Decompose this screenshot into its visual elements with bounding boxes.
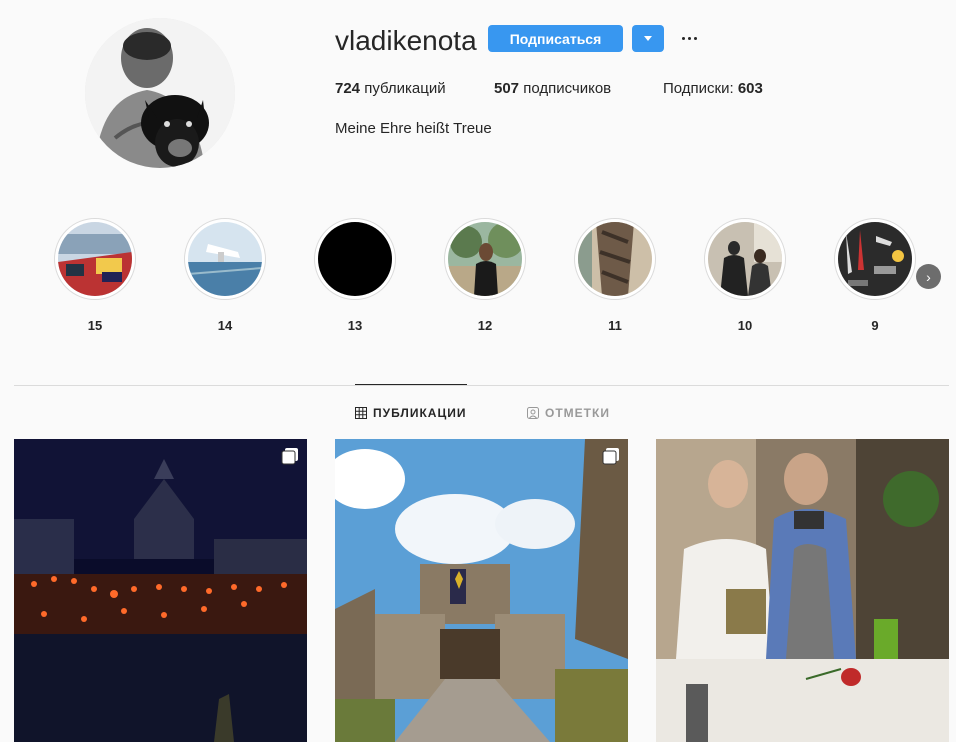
story-highlight[interactable]: 14 (183, 218, 267, 333)
posts-count: 724 (335, 80, 361, 97)
highlight-label: 15 (87, 318, 103, 333)
highlight-cover (314, 218, 396, 300)
highlight-image (708, 222, 782, 296)
story-highlight[interactable]: 15 (53, 218, 137, 333)
tagged-user-icon (527, 407, 539, 419)
highlight-cover (574, 218, 656, 300)
story-highlight[interactable]: 12 (443, 218, 527, 333)
post-thumbnail[interactable] (656, 439, 949, 742)
following-label: Подписки: (663, 80, 738, 97)
post-image (656, 439, 949, 742)
profile-bio: Meine Ehre heißt Treue (335, 120, 492, 137)
tab-tagged-label: ОТМЕТКИ (545, 406, 610, 420)
multiple-photos-icon (281, 448, 298, 465)
highlight-image (58, 222, 132, 296)
post-thumbnail[interactable] (335, 439, 628, 742)
story-highlight[interactable]: 11 (573, 218, 657, 333)
followers-label: подписчиков (519, 80, 612, 97)
multiple-photos-icon (602, 448, 619, 465)
highlight-image (188, 222, 262, 296)
profile-avatar[interactable] (85, 18, 235, 168)
highlight-image (448, 222, 522, 296)
highlight-cover (54, 218, 136, 300)
highlight-cover (184, 218, 266, 300)
post-image (14, 439, 307, 742)
highlight-label: 11 (608, 318, 622, 333)
active-tab-indicator (355, 384, 467, 385)
highlight-label: 14 (217, 318, 233, 333)
highlight-image (838, 222, 912, 296)
story-highlight[interactable]: 10 (703, 218, 787, 333)
highlight-label: 10 (737, 318, 753, 333)
highlight-cover (704, 218, 786, 300)
chevron-down-icon (644, 36, 652, 41)
highlight-image (318, 222, 392, 296)
chevron-right-icon[interactable]: › (916, 264, 941, 289)
posts-count-label: публикаций (360, 80, 446, 97)
follow-button[interactable]: Подписаться (488, 25, 623, 52)
following-stat[interactable]: Подписки: 603 (663, 80, 763, 98)
profile-username: vladikenota (335, 25, 477, 56)
followers-count: 507 (494, 80, 520, 97)
highlight-label: 9 (871, 318, 879, 333)
post-thumbnail[interactable] (14, 439, 307, 742)
tab-posts-label: ПУБЛИКАЦИИ (373, 406, 467, 420)
highlight-label: 13 (347, 318, 363, 333)
story-highlight[interactable]: 9 (833, 218, 917, 333)
followers-stat[interactable]: 507 подписчиков (494, 80, 611, 98)
highlight-image (578, 222, 652, 296)
tab-posts[interactable]: ПУБЛИКАЦИИ (355, 406, 466, 420)
following-count: 603 (737, 80, 763, 97)
posts-count-stat: 724 публикаций (335, 80, 446, 98)
post-image (335, 439, 628, 742)
highlight-label: 12 (477, 318, 493, 333)
suggestions-dropdown-button[interactable] (632, 25, 664, 52)
grid-icon (355, 407, 367, 419)
tab-tagged[interactable]: ОТМЕТКИ (527, 406, 610, 420)
highlight-cover (444, 218, 526, 300)
story-highlight[interactable]: 13 (313, 218, 397, 333)
highlight-cover (834, 218, 916, 300)
more-options-icon[interactable] (678, 28, 700, 48)
tabs-divider (14, 385, 949, 386)
